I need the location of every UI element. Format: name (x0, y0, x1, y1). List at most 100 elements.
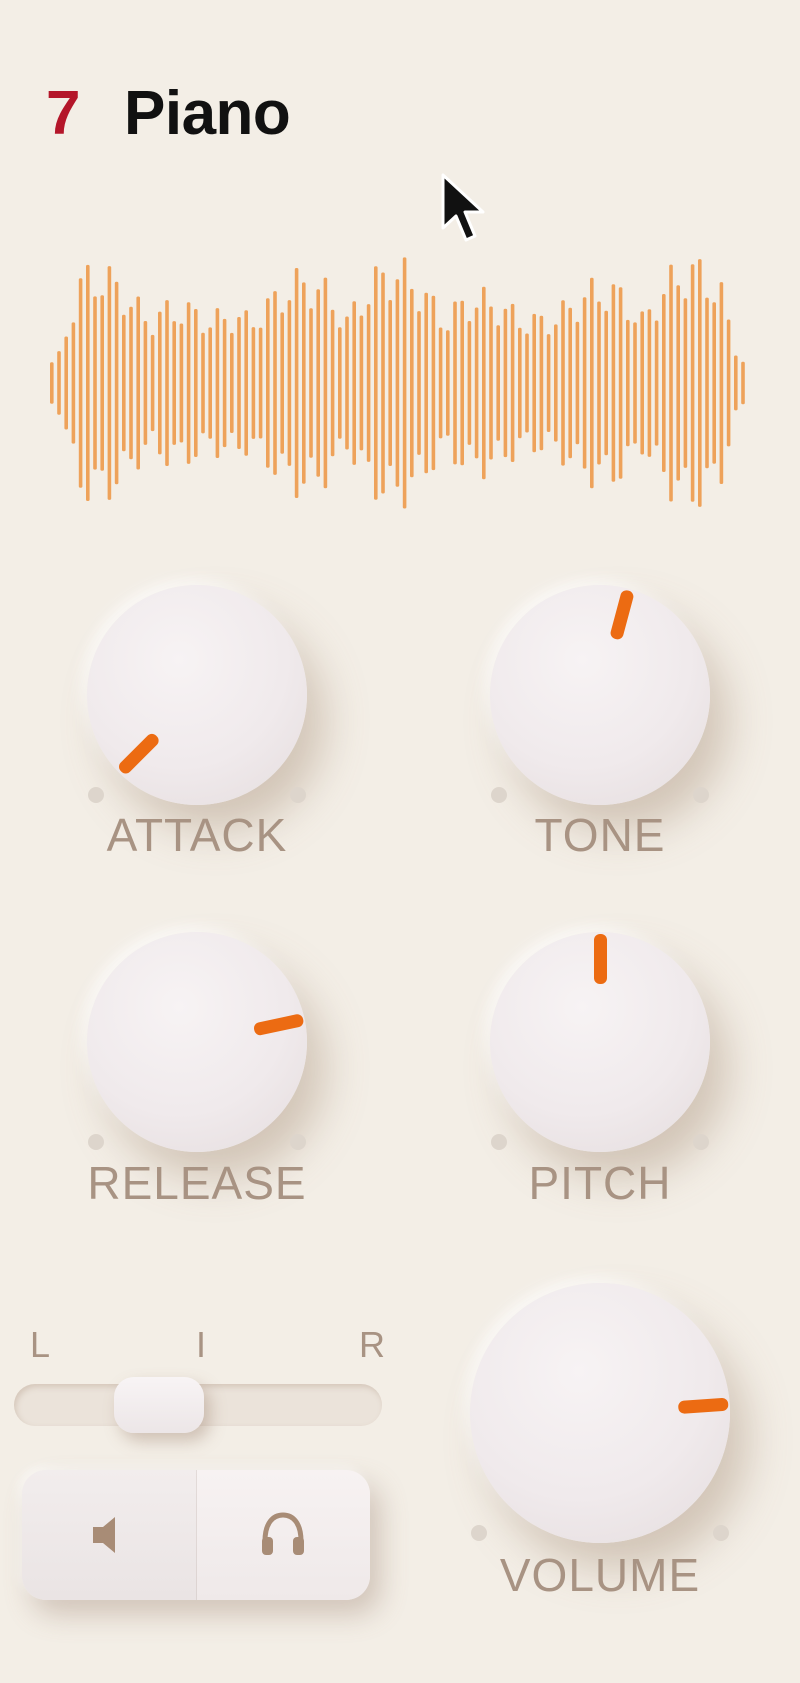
waveform-bar (266, 298, 270, 468)
waveform-bar (136, 296, 140, 470)
waveform-bar (201, 332, 205, 434)
waveform-bar (122, 314, 126, 452)
waveform-bar (158, 311, 162, 455)
attack-knob[interactable] (87, 585, 307, 805)
waveform-bar (57, 351, 61, 415)
waveform-bar (676, 285, 680, 481)
waveform-bar (683, 298, 688, 468)
waveform-bar (172, 321, 176, 445)
waveform-bar (251, 327, 256, 439)
waveform-bar (525, 333, 529, 433)
waveform-bar (482, 286, 486, 480)
tone-max-dot (693, 787, 709, 803)
waveform-bar (640, 311, 644, 455)
waveform-bar (93, 296, 97, 470)
waveform-bar (503, 308, 508, 458)
pan-center-label: I (196, 1324, 207, 1365)
waveform-bar (208, 327, 212, 439)
waveform-bar (532, 313, 536, 453)
waveform-bar (100, 295, 104, 471)
tone-min-dot (491, 787, 507, 803)
waveform-bar (424, 292, 428, 474)
waveform-bar (626, 319, 630, 447)
waveform-bar (107, 266, 112, 500)
speaker-button[interactable] (22, 1470, 197, 1600)
headphones-button[interactable] (197, 1470, 371, 1600)
waveform-bar (244, 310, 248, 456)
speaker-icon (92, 1517, 115, 1553)
attack-knob-indicator (116, 731, 161, 776)
waveform-bar (590, 277, 594, 489)
waveform-bar (604, 310, 608, 456)
headphones-icon (262, 1512, 305, 1555)
waveform-bar (518, 327, 522, 439)
waveform-bar (194, 309, 198, 457)
pan-right-label: R (359, 1324, 385, 1365)
pitch-label: PITCH (528, 1157, 672, 1209)
waveform-bar (179, 323, 184, 443)
waveform-bar (165, 300, 169, 466)
waveform-bar (410, 288, 414, 478)
waveform-bar (359, 315, 364, 451)
track-name[interactable]: Piano (124, 78, 291, 149)
tone-knob-indicator (608, 588, 635, 641)
waveform-bar (496, 325, 500, 441)
waveform-bar (215, 308, 220, 458)
waveform-bar (633, 322, 637, 444)
waveform-bar (316, 289, 320, 477)
pitch-max-dot (693, 1134, 709, 1150)
waveform-bar (539, 315, 544, 451)
waveform-bar (647, 309, 652, 457)
waveform-bar (446, 330, 450, 436)
waveform-bar (129, 306, 133, 460)
waveform-bar (64, 336, 68, 430)
tone-knob[interactable] (490, 585, 710, 805)
monitor-toggle-group (22, 1470, 370, 1600)
waveform-bar (222, 318, 227, 448)
audio-waveform[interactable] (46, 252, 750, 514)
pitch-knob[interactable] (490, 932, 710, 1152)
waveform-bar (654, 320, 659, 446)
waveform-bar (611, 284, 616, 482)
waveform-bar (366, 304, 371, 462)
arrow-cursor-icon (441, 173, 485, 242)
waveform-bar (489, 306, 493, 460)
track-number: 7 (46, 79, 81, 148)
attack-label: ATTACK (106, 809, 288, 861)
waveform-bar (582, 297, 587, 469)
waveform-bar (338, 327, 342, 439)
waveform-bar (669, 264, 673, 502)
waveform-bar (575, 321, 580, 445)
attack-min-dot (88, 787, 104, 803)
waveform-bar (597, 301, 601, 465)
waveform-bar (662, 294, 666, 472)
pan-labels: L I R (30, 1324, 385, 1366)
waveform-bar (78, 278, 83, 488)
waveform-bar (280, 312, 284, 454)
waveform-bar (86, 264, 90, 501)
waveform-bar (474, 307, 479, 459)
waveform-bar (114, 281, 119, 485)
waveform-bar (323, 277, 328, 489)
volume-knob[interactable] (470, 1283, 730, 1543)
volume-label: VOLUME (499, 1549, 701, 1601)
waveform-bar (395, 279, 400, 487)
waveform-bar (690, 264, 695, 502)
waveform-bar (302, 282, 306, 484)
waveform-bar (546, 334, 551, 432)
release-knob[interactable] (87, 932, 307, 1152)
track-header: 7 Piano (46, 78, 291, 149)
waveform-bar (294, 268, 299, 498)
waveform-bar (402, 257, 407, 509)
waveform-bar (712, 302, 716, 464)
attack-max-dot (290, 787, 306, 803)
waveform-bar (352, 301, 356, 465)
waveform-bar (438, 327, 443, 439)
waveform-bar (388, 300, 392, 466)
waveform-bar (345, 316, 349, 450)
release-knob-indicator (252, 1013, 304, 1037)
release-max-dot (290, 1134, 306, 1150)
pan-slider-thumb[interactable] (114, 1377, 204, 1433)
waveform-bar (719, 282, 724, 484)
waveform-bar (417, 311, 421, 455)
